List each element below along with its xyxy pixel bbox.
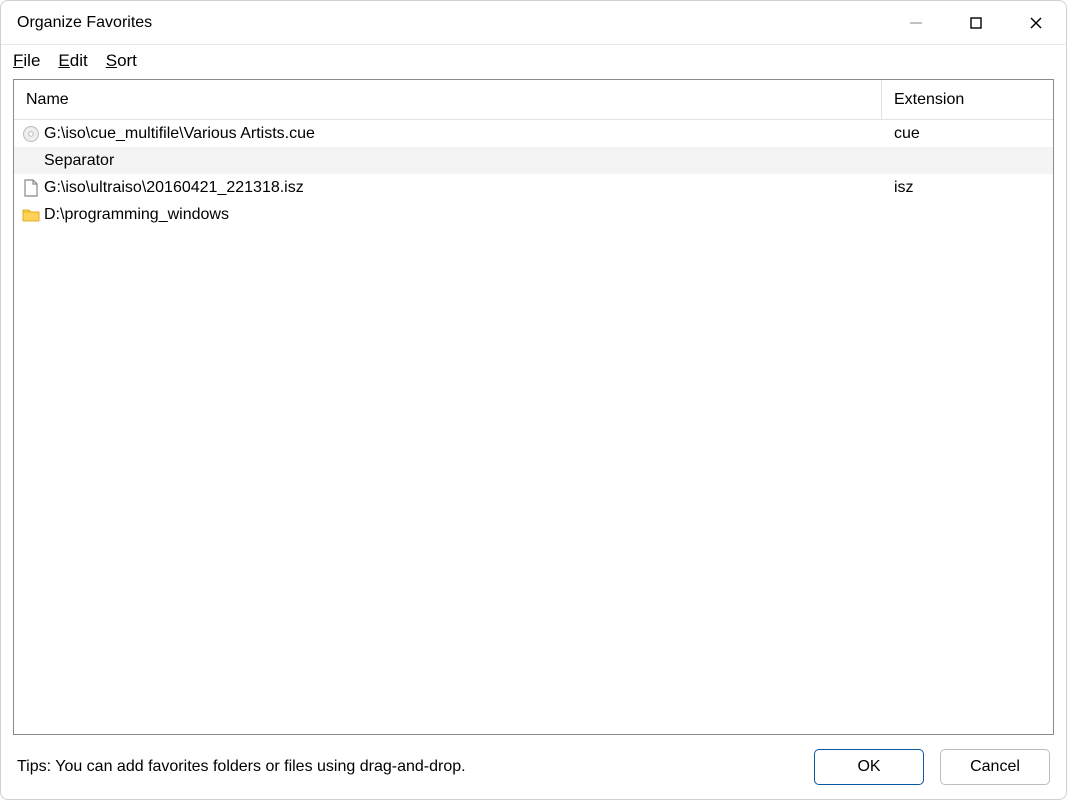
window-title: Organize Favorites	[17, 14, 152, 32]
organize-favorites-window: Organize Favorites File Edit Sort Name E…	[0, 0, 1067, 800]
titlebar: Organize Favorites	[1, 1, 1066, 45]
list-item[interactable]: D:\programming_windows	[14, 201, 1053, 228]
tips-text: Tips: You can add favorites folders or f…	[17, 758, 798, 776]
menu-sort[interactable]: Sort	[106, 51, 137, 71]
menu-file[interactable]: File	[13, 51, 40, 71]
minimize-icon	[909, 16, 923, 30]
list-item[interactable]: Separator	[14, 147, 1053, 174]
close-button[interactable]	[1006, 1, 1066, 45]
favorites-list: Name Extension G:\iso\cue_multifile\Vari…	[13, 79, 1054, 735]
item-name: G:\iso\ultraiso\20160421_221318.isz	[44, 179, 304, 197]
item-name: D:\programming_windows	[44, 206, 229, 224]
folder-icon	[22, 206, 40, 224]
maximize-icon	[969, 16, 983, 30]
list-header: Name Extension	[14, 80, 1053, 120]
column-header-name[interactable]: Name	[14, 80, 882, 119]
list-item[interactable]: G:\iso\cue_multifile\Various Artists.cue…	[14, 120, 1053, 147]
cancel-button[interactable]: Cancel	[940, 749, 1050, 785]
file-icon	[22, 179, 40, 197]
menubar: File Edit Sort	[1, 45, 1066, 79]
minimize-button[interactable]	[886, 1, 946, 45]
item-extension: cue	[882, 125, 1053, 143]
item-extension: isz	[882, 179, 1053, 197]
item-name: Separator	[44, 152, 114, 170]
close-icon	[1029, 16, 1043, 30]
item-name: G:\iso\cue_multifile\Various Artists.cue	[44, 125, 315, 143]
maximize-button[interactable]	[946, 1, 1006, 45]
menu-edit[interactable]: Edit	[58, 51, 87, 71]
ok-button[interactable]: OK	[814, 749, 924, 785]
disc-icon	[22, 125, 40, 143]
list-item[interactable]: G:\iso\ultraiso\20160421_221318.isz isz	[14, 174, 1053, 201]
footer: Tips: You can add favorites folders or f…	[1, 735, 1066, 799]
list-body[interactable]: G:\iso\cue_multifile\Various Artists.cue…	[14, 120, 1053, 734]
column-header-extension[interactable]: Extension	[882, 80, 1053, 119]
